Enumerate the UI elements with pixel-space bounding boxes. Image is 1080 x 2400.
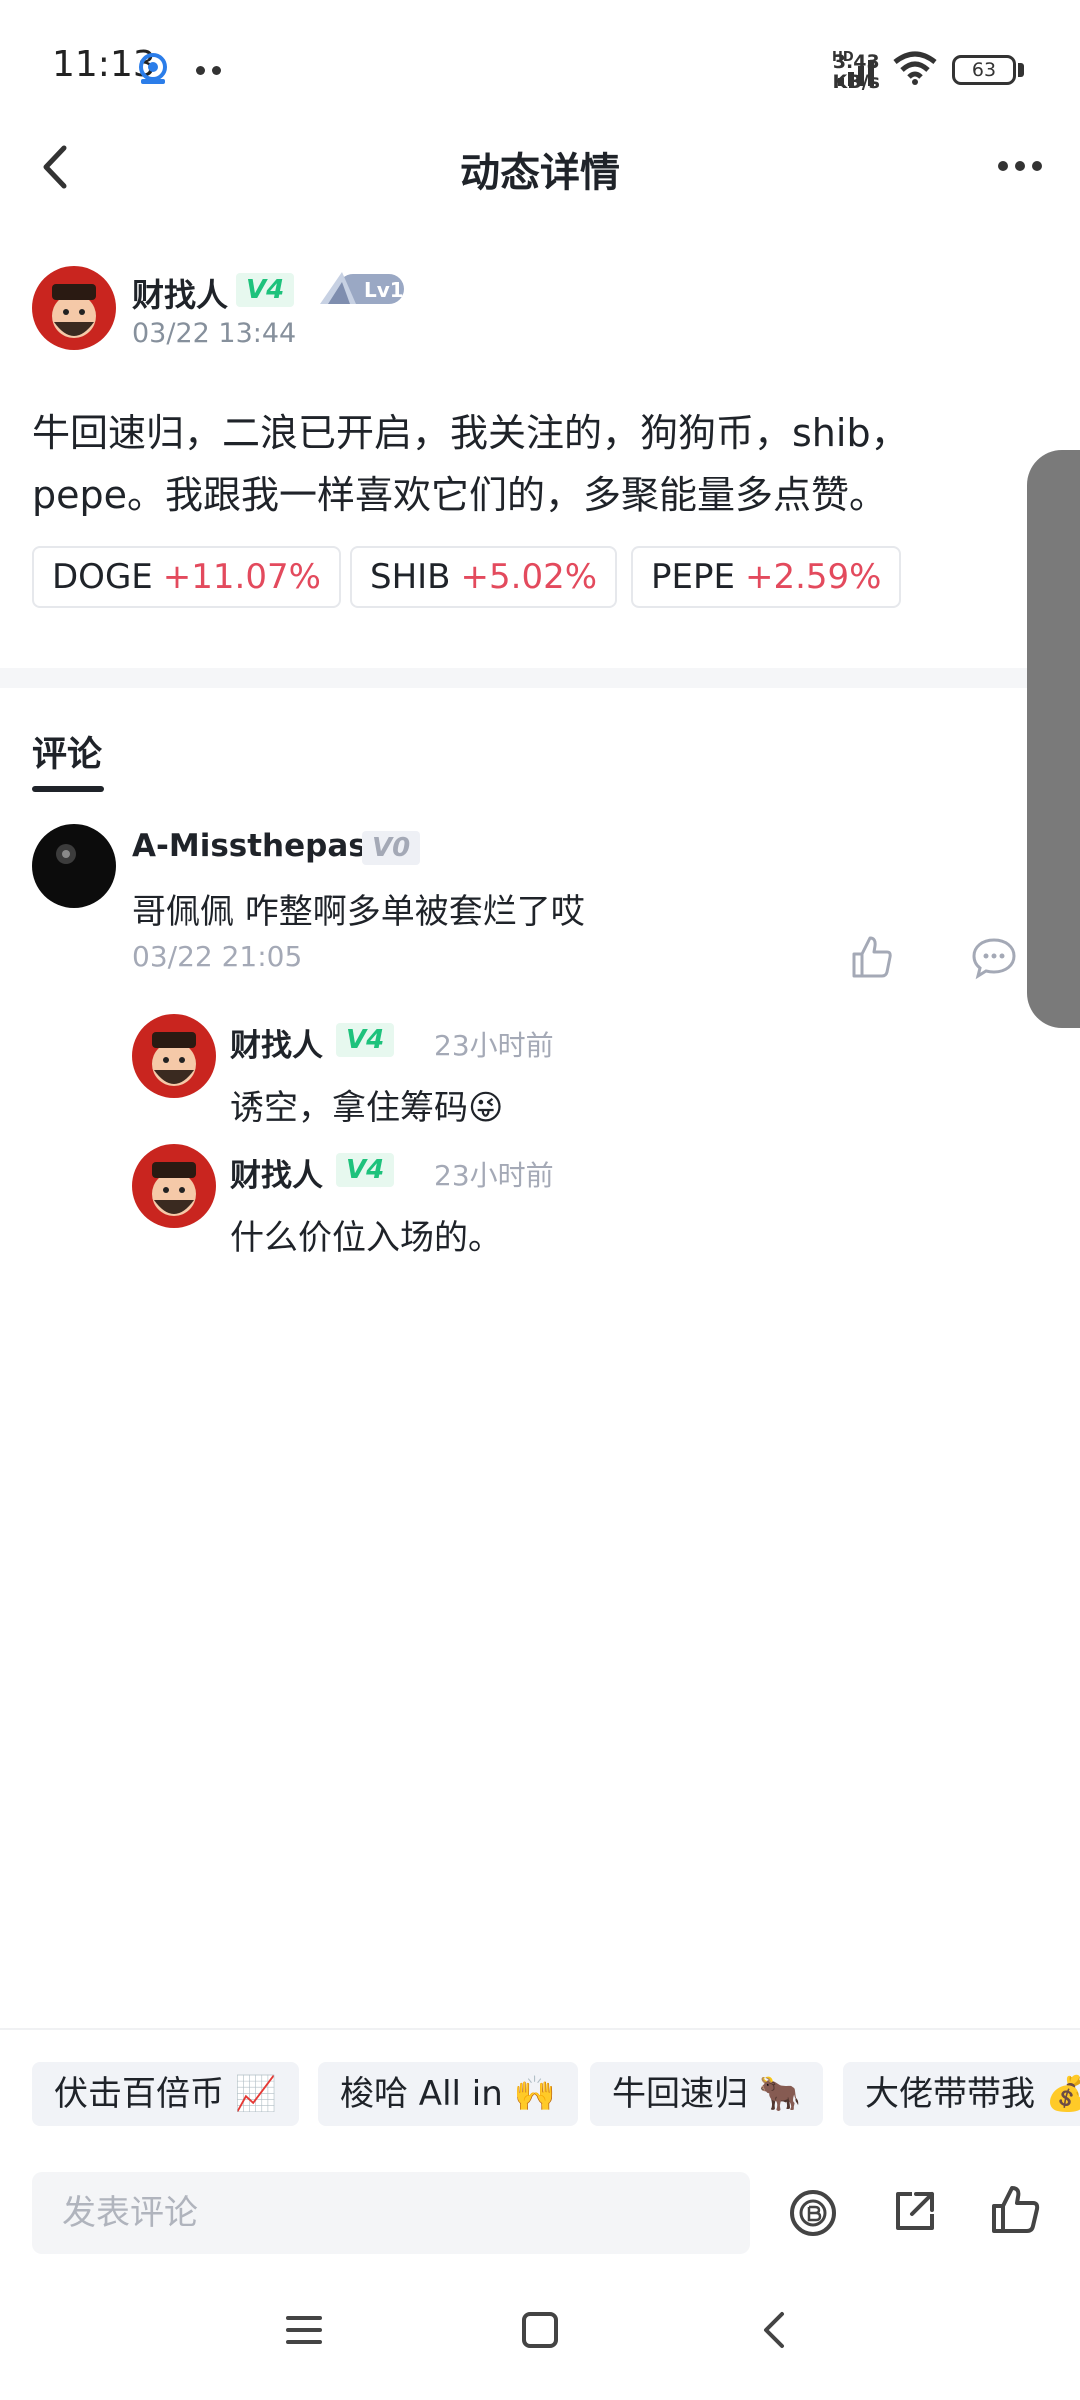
back-nav-icon[interactable] (756, 2310, 796, 2350)
battery-cap (1018, 63, 1024, 77)
coin-change: +5.02% (460, 557, 598, 597)
money-bag-emoji: 💰 (1045, 2074, 1080, 2114)
home-nav-icon[interactable] (520, 2310, 560, 2350)
ox-emoji: 🐂 (758, 2074, 802, 2114)
edge-side-panel[interactable] (1027, 450, 1080, 1028)
reply-author-avatar[interactable] (132, 1144, 216, 1228)
hashtag-chip[interactable]: 伏击百倍币 📈 (32, 2062, 300, 2126)
reply-time: 23小时前 (434, 1159, 554, 1192)
share-icon[interactable] (890, 2186, 940, 2236)
tab-comments[interactable]: 评论 (32, 726, 102, 777)
hashtag-chip[interactable]: 梭哈 All in 🙌 (318, 2062, 578, 2126)
section-divider (0, 668, 1080, 688)
signal-icon (838, 60, 874, 86)
vip-badge: V4 (336, 1023, 395, 1057)
bottom-divider (0, 2028, 1080, 2030)
reply-author-avatar[interactable] (132, 1014, 216, 1098)
reply-comment-icon[interactable] (970, 936, 1018, 980)
battery-indicator: 63 (952, 55, 1016, 85)
menu-nav-icon[interactable] (284, 2310, 324, 2350)
reply-time: 23小时前 (434, 1029, 554, 1062)
tab-active-indicator (32, 786, 104, 792)
vip-badge: V0 (362, 831, 421, 865)
comment-author-avatar[interactable] (32, 824, 116, 908)
reply-text: 什么价位入场的。 (230, 1218, 502, 1258)
hashtag-chip[interactable]: 大佬带带我 💰 (843, 2062, 1080, 2126)
winking-tongue-emoji: 😜 (468, 1088, 504, 1128)
raised-hands-emoji: 🙌 (513, 2074, 556, 2114)
notification-dot (196, 66, 205, 75)
wifi-icon (893, 51, 937, 85)
comment-text: 哥佩佩 咋整啊多单被套烂了哎 (132, 892, 585, 932)
coin-symbol: DOGE (52, 557, 153, 597)
coin-change: +2.59% (744, 557, 882, 597)
reply-author-name[interactable]: 财找人 (230, 1150, 323, 1195)
notification-dot (212, 66, 221, 75)
level-badge-label: Lv1 (364, 278, 404, 302)
chart-emoji: 📈 (234, 2074, 278, 2114)
comment-time: 03/22 21:05 (132, 940, 303, 973)
hashtag-chip[interactable]: 牛回速归 🐂 (590, 2062, 824, 2126)
thumbs-up-icon[interactable] (850, 934, 894, 980)
app-notification-icon (139, 53, 167, 84)
coin-chip-shib[interactable]: SHIB +5.02% (350, 546, 618, 608)
post-author-avatar[interactable] (32, 266, 116, 350)
coin-tip-icon[interactable] (788, 2188, 838, 2238)
coin-symbol: SHIB (370, 557, 451, 597)
post-content: 牛回速归，二浪已开启，我关注的，狗狗币，shib， pepe。我跟我一样喜欢它们… (32, 411, 909, 517)
page-title: 动态详情 (460, 150, 620, 196)
coin-symbol: PEPE (651, 557, 735, 597)
coin-change: +11.07% (162, 557, 321, 597)
reply-author-name[interactable]: 财找人 (230, 1020, 323, 1065)
post-author-name[interactable]: 财找人 (132, 270, 228, 316)
coin-chip-doge[interactable]: DOGE +11.07% (32, 546, 341, 608)
comment-input[interactable]: 发表评论 (32, 2172, 750, 2254)
vip-badge: V4 (336, 1153, 395, 1187)
more-dots-icon[interactable] (996, 156, 1044, 176)
vip-badge: V4 (236, 273, 295, 307)
reply-text: 诱空，拿住筹码😜 (230, 1088, 504, 1128)
post-time: 03/22 13:44 (132, 318, 297, 349)
coin-chip-pepe[interactable]: PEPE +2.59% (631, 546, 902, 608)
comment-author-name[interactable]: A-Missthepas (132, 828, 367, 864)
like-post-icon[interactable] (990, 2184, 1042, 2236)
